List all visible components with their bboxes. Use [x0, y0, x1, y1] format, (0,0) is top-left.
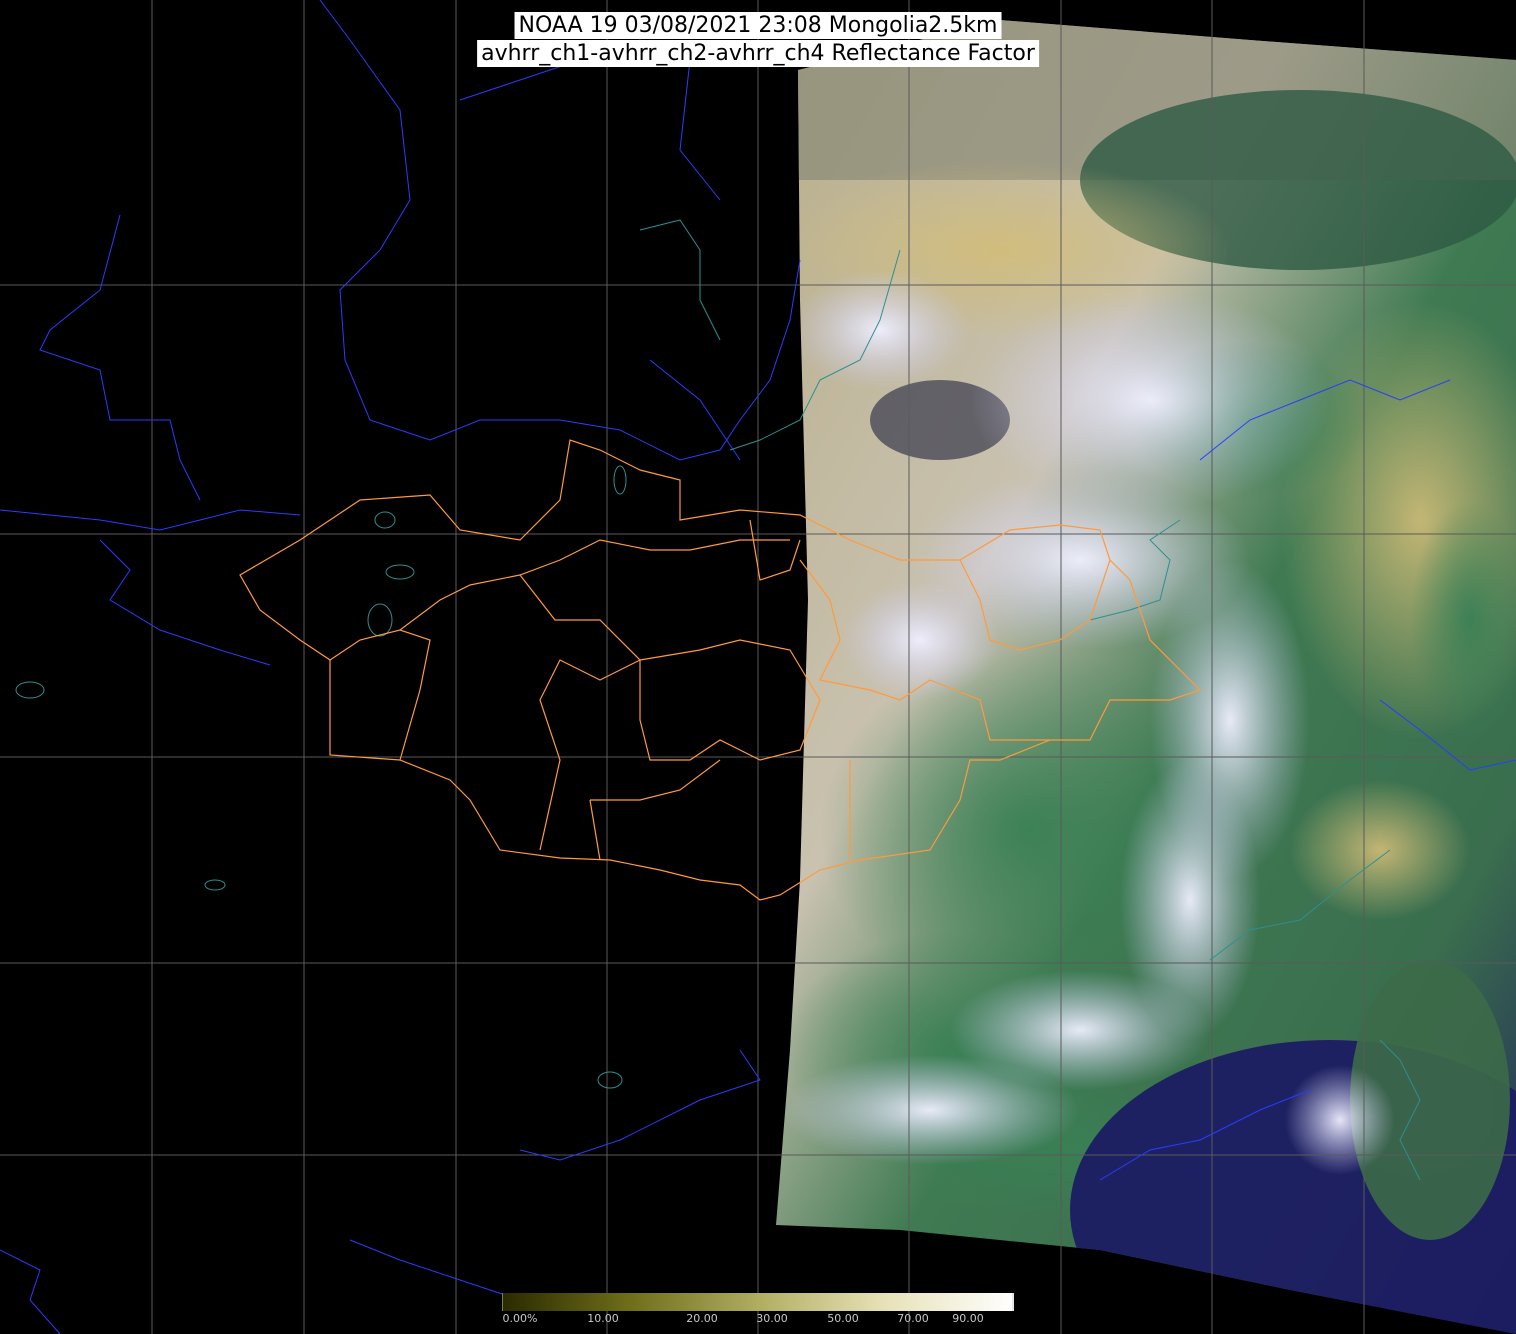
colorbar-label-5: 70.00: [897, 1312, 929, 1325]
colorbar-label-3: 30.00: [756, 1312, 788, 1325]
map-title-line1: NOAA 19 03/08/2021 23:08 Mongolia2.5km: [514, 12, 1002, 39]
satellite-image-swath: [776, 20, 1516, 1334]
colorbar-label-2: 20.00: [686, 1312, 718, 1325]
colorbar: [502, 1293, 1014, 1311]
colorbar-label-4: 50.00: [827, 1312, 859, 1325]
colorbar-gradient: [502, 1293, 1014, 1311]
map-title-line2: avhrr_ch1-avhrr_ch2-avhrr_ch4 Reflectanc…: [477, 40, 1039, 67]
colorbar-label-1: 10.00: [587, 1312, 619, 1325]
colorbar-label-6: 90.00: [952, 1312, 984, 1325]
colorbar-label-0: 0.00%: [502, 1312, 538, 1325]
satellite-map: [0, 0, 1516, 1334]
